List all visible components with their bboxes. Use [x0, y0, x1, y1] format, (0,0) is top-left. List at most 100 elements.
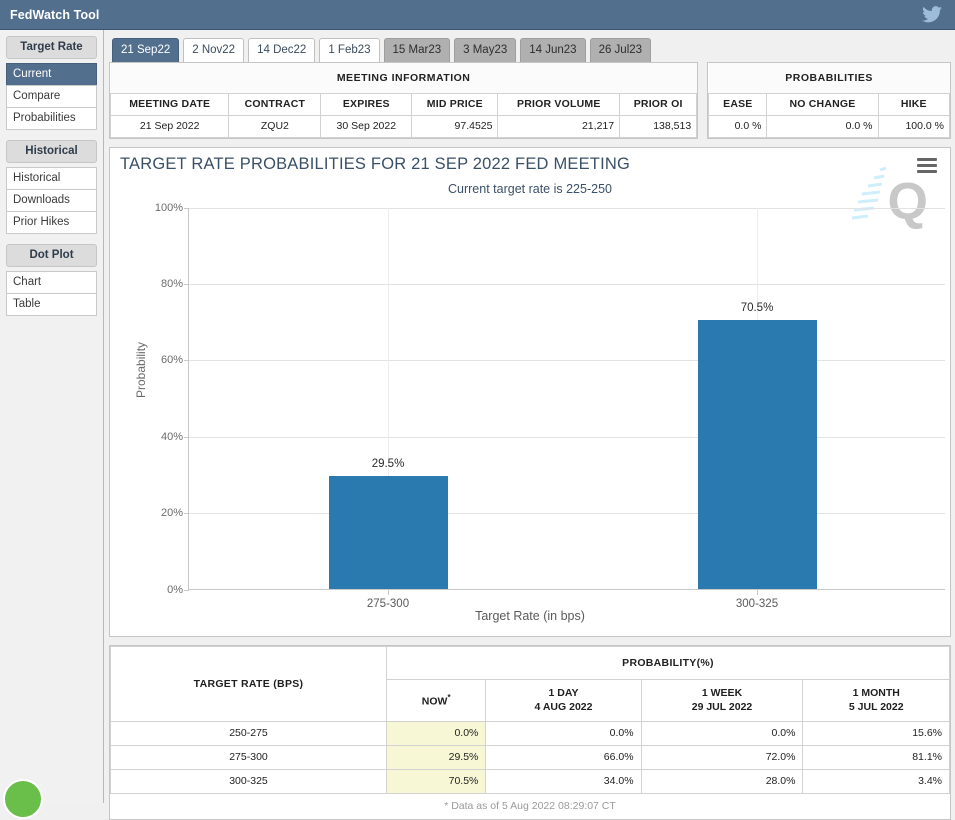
chart-plot-area: 100% 80% 60% 40% 20% 0% 29.5% 70.5% 275-…	[188, 208, 945, 590]
table-footnote: * Data as of 5 Aug 2022 08:29:07 CT	[110, 794, 950, 819]
gridline-100	[189, 208, 945, 209]
help-chat-badge[interactable]	[3, 779, 43, 819]
ytick-mark-20	[184, 513, 189, 514]
sidebar-gap-2	[6, 233, 97, 244]
chart-subtitle: Current target rate is 225-250	[110, 182, 950, 196]
column-header-prior-volume: PRIOR VOLUME	[498, 94, 620, 116]
sidebar-group-header-historical: Historical	[6, 140, 97, 163]
column-header-1-week: 1 WEEK 29 JUL 2022	[641, 680, 803, 722]
cell-rate-275-300: 275-300	[111, 746, 387, 770]
tab-2-nov22[interactable]: 2 Nov22	[183, 38, 244, 62]
column-header-now-asterisk: *	[447, 693, 450, 702]
hamburger-bar-2	[917, 164, 937, 167]
bar-label-300-325: 70.5%	[741, 302, 774, 314]
column-header-ease: EASE	[709, 94, 767, 116]
summary-tables-row: MEETING INFORMATION MEETING DATE CONTRAC…	[109, 62, 951, 139]
sidebar-group-header-dot-plot: Dot Plot	[6, 244, 97, 267]
column-header-no-change: NO CHANGE	[767, 94, 878, 116]
cell-rate-300-325: 300-325	[111, 770, 387, 794]
probabilities-summary-title: PROBABILITIES	[709, 63, 950, 94]
bar-label-275-300: 29.5%	[372, 458, 405, 470]
gridline-20	[189, 513, 945, 514]
ytick-label-40: 40%	[161, 431, 183, 443]
table-header-row: EASE NO CHANGE HIKE	[709, 94, 950, 116]
bar-300-325[interactable]	[698, 320, 817, 589]
sidebar-item-current[interactable]: Current	[6, 63, 97, 86]
column-header-target-rate-bps: TARGET RATE (BPS)	[111, 647, 387, 722]
ytick-mark-80	[184, 284, 189, 285]
table-row: 21 Sep 2022 ZQU2 30 Sep 2022 97.4525 21,…	[111, 116, 697, 138]
ytick-label-20: 20%	[161, 507, 183, 519]
bar-275-300[interactable]	[329, 476, 448, 589]
gridline-80	[189, 284, 945, 285]
column-header-hike: HIKE	[878, 94, 949, 116]
column-header-1-month: 1 MONTH 5 JUL 2022	[803, 680, 950, 722]
column-header-1-week-line1: 1 WEEK	[642, 686, 803, 700]
cell-1-week-300-325: 28.0%	[641, 770, 803, 794]
cell-rate-250-275: 250-275	[111, 722, 387, 746]
column-header-expires: EXPIRES	[321, 94, 412, 116]
main-content: 21 Sep22 2 Nov22 14 Dec22 1 Feb23 15 Mar…	[105, 30, 955, 803]
table-row: 275-300 29.5% 66.0% 72.0% 81.1%	[111, 746, 950, 770]
cell-1-day-300-325: 34.0%	[486, 770, 641, 794]
twitter-bird-icon[interactable]	[919, 4, 945, 26]
cell-now-300-325: 70.5%	[387, 770, 486, 794]
tab-15-mar23[interactable]: 15 Mar23	[384, 38, 451, 62]
hamburger-bar-1	[917, 158, 937, 161]
cell-1-month-300-325: 3.4%	[803, 770, 950, 794]
ytick-mark-100	[184, 208, 189, 209]
cell-1-day-250-275: 0.0%	[486, 722, 641, 746]
cell-meeting-date: 21 Sep 2022	[111, 116, 229, 138]
cell-now-250-275: 0.0%	[387, 722, 486, 746]
tab-26-jul23[interactable]: 26 Jul23	[590, 38, 651, 62]
sidebar-group-dot-plot: Dot Plot Chart Table	[6, 244, 97, 316]
cell-no-change: 0.0 %	[767, 116, 878, 138]
tab-1-feb23[interactable]: 1 Feb23	[319, 38, 379, 62]
ytick-mark-40	[184, 437, 189, 438]
column-header-1-day: 1 DAY 4 AUG 2022	[486, 680, 641, 722]
chart-x-axis-label: Target Rate (in bps)	[110, 609, 950, 623]
gridline-60	[189, 360, 945, 361]
table-row: 0.0 % 0.0 % 100.0 %	[709, 116, 950, 138]
sidebar-item-prior-hikes[interactable]: Prior Hikes	[6, 211, 97, 234]
column-header-mid-price: MID PRICE	[412, 94, 498, 116]
sidebar-item-chart[interactable]: Chart	[6, 271, 97, 294]
column-header-1-day-line1: 1 DAY	[486, 686, 640, 700]
tab-14-dec22[interactable]: 14 Dec22	[248, 38, 315, 62]
cell-1-week-250-275: 0.0%	[641, 722, 803, 746]
tab-3-may23[interactable]: 3 May23	[454, 38, 516, 62]
table-header-row-1: TARGET RATE (BPS) PROBABILITY(%)	[111, 647, 950, 680]
sidebar-gap-1	[6, 129, 97, 140]
sidebar-item-probabilities[interactable]: Probabilities	[6, 107, 97, 130]
sidebar-item-downloads[interactable]: Downloads	[6, 189, 97, 212]
probabilities-summary-table: PROBABILITIES EASE NO CHANGE HIKE 0.0 % …	[707, 62, 951, 139]
meeting-information-title: MEETING INFORMATION	[111, 63, 697, 94]
ytick-mark-60	[184, 360, 189, 361]
column-header-contract: CONTRACT	[229, 94, 321, 116]
sidebar-item-compare[interactable]: Compare	[6, 85, 97, 108]
probability-breakdown-table: TARGET RATE (BPS) PROBABILITY(%) NOW* 1 …	[109, 645, 951, 820]
column-header-now-label: NOW	[422, 696, 448, 708]
sidebar-group-target-rate: Target Rate Current Compare Probabilitie…	[6, 36, 97, 130]
column-header-probability-group: PROBABILITY(%)	[387, 647, 950, 680]
window-title: FedWatch Tool	[0, 8, 99, 22]
cell-contract: ZQU2	[229, 116, 321, 138]
table-header-row: MEETING DATE CONTRACT EXPIRES MID PRICE …	[111, 94, 697, 116]
column-header-meeting-date: MEETING DATE	[111, 94, 229, 116]
sidebar-group-header-target-rate: Target Rate	[6, 36, 97, 59]
chart-title: TARGET RATE PROBABILITIES FOR 21 SEP 202…	[120, 155, 630, 174]
column-header-1-month-line1: 1 MONTH	[803, 686, 949, 700]
sidebar-item-historical[interactable]: Historical	[6, 167, 97, 190]
cell-expires: 30 Sep 2022	[321, 116, 412, 138]
tab-21-sep22[interactable]: 21 Sep22	[112, 38, 179, 62]
cell-hike: 100.0 %	[878, 116, 949, 138]
sidebar-group-historical: Historical Historical Downloads Prior Hi…	[6, 140, 97, 234]
cell-prior-oi: 138,513	[620, 116, 697, 138]
column-header-1-month-line2: 5 JUL 2022	[803, 700, 949, 714]
tab-14-jun23[interactable]: 14 Jun23	[520, 38, 585, 62]
sidebar-item-table[interactable]: Table	[6, 293, 97, 316]
sidebar: Target Rate Current Compare Probabilitie…	[0, 30, 104, 803]
window-titlebar: FedWatch Tool	[0, 0, 955, 30]
column-header-1-day-line2: 4 AUG 2022	[486, 700, 640, 714]
cell-1-week-275-300: 72.0%	[641, 746, 803, 770]
